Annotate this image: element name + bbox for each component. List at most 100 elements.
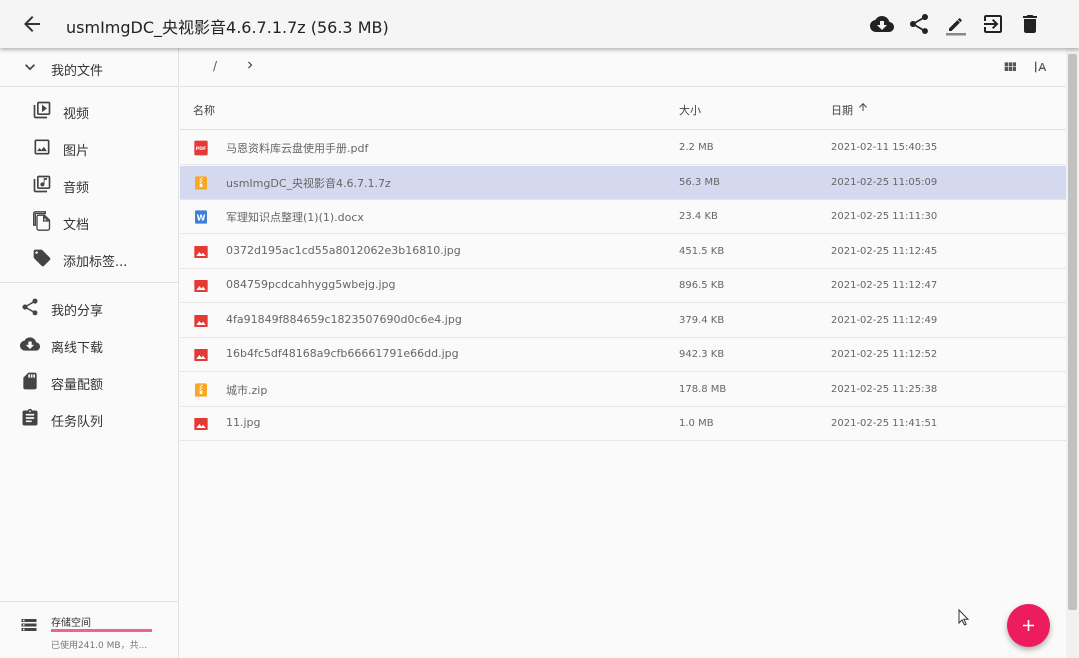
- table-row[interactable]: 16b4fc5df48168a9cfb66661791e66dd.jpg 942.…: [180, 338, 1066, 372]
- file-name: 11.jpg: [226, 416, 261, 429]
- sd-card-icon: [23, 372, 37, 390]
- file-date: 2021-02-25 11:12:47: [831, 280, 938, 291]
- file-name: 城市.zip: [226, 383, 268, 397]
- sidebar-item-add-tag[interactable]: 添加标签...: [0, 240, 179, 276]
- file-date: 2021-02-25 11:12:49: [831, 314, 938, 326]
- table-row[interactable]: usmImgDC_央视影音4.6.7.1.7z 56.3 MB 2021-02-25…: [180, 165, 1066, 200]
- storage-progress-bar: [51, 629, 152, 632]
- table-row[interactable]: W 军理知识点整理(1)(1).docx 23.4 KB 2021-02-25 11:…: [180, 200, 1066, 234]
- image-file-icon: [194, 349, 208, 361]
- delete-icon[interactable]: [1018, 12, 1042, 36]
- sidebar-item-task-queue[interactable]: 任务队列: [0, 400, 179, 436]
- file-name: 084759pcdcahhygg5wbejg.jpg: [226, 278, 396, 291]
- table-row[interactable]: 0372d195ac1cd55a8012062e3b16810.jpg 451.5…: [180, 235, 1066, 269]
- file-name: 马恩资料库云盘使用手册.pdf: [226, 142, 369, 155]
- file-size: 178.8 MB: [679, 383, 727, 395]
- file-size: 896.5 KB: [679, 280, 725, 291]
- task-list-icon: [22, 408, 38, 426]
- column-header-size[interactable]: 大小: [679, 102, 701, 118]
- back-arrow-icon[interactable]: [20, 12, 44, 36]
- document-icon: [33, 211, 51, 231]
- divider: [0, 282, 179, 283]
- move-icon[interactable]: [981, 12, 1005, 36]
- share-icon: [22, 298, 38, 316]
- table-row[interactable]: 4fa91849f884659c1823507690d0c6e4.jpg 379.…: [180, 304, 1066, 338]
- pdf-file-icon: PDF: [194, 140, 208, 156]
- file-size: 942.3 KB: [679, 349, 725, 360]
- sidebar-item-video[interactable]: 视频: [0, 92, 179, 128]
- mouse-cursor-icon: [958, 609, 970, 626]
- file-name: 16b4fc5df48168a9cfb66661791e66dd.jpg: [226, 347, 459, 360]
- column-header-date[interactable]: 日期: [831, 102, 853, 118]
- table-header: 名称 大小 日期: [180, 88, 1066, 130]
- chevron-right-icon[interactable]: [243, 58, 257, 72]
- breadcrumb: /: [180, 48, 1066, 87]
- sidebar-item-quota[interactable]: 容量配额: [0, 363, 179, 399]
- file-name: 军理知识点整理(1)(1).docx: [226, 211, 364, 224]
- svg-text:PDF: PDF: [196, 146, 206, 152]
- plus-icon: [1022, 619, 1035, 632]
- image-file-icon: [194, 245, 208, 258]
- sort-by-name-icon[interactable]: [1033, 59, 1049, 75]
- sidebar-item-label: 文档: [63, 218, 90, 233]
- storage-panel[interactable]: 存储空间 已使用241.0 MB，共...: [0, 601, 179, 658]
- file-size: 2.2 MB: [679, 142, 714, 153]
- add-button[interactable]: [1007, 604, 1050, 647]
- word-file-icon: W: [195, 210, 207, 224]
- sidebar: 我的文件 视频 图片 音频 文档 添加标签... 我的分享 离线下载 容量配额 …: [0, 48, 179, 658]
- table-row[interactable]: 084759pcdcahhygg5wbejg.jpg 896.5 KB 2021-0…: [180, 269, 1066, 303]
- file-date: 2021-02-25 11:12:52: [831, 349, 938, 360]
- svg-text:W: W: [197, 213, 206, 222]
- table-row[interactable]: 城市.zip 178.8 MB 2021-02-25 11:25:38: [180, 373, 1066, 407]
- sidebar-item-images[interactable]: 图片: [0, 129, 179, 165]
- file-size: 56.3 MB: [679, 176, 720, 188]
- sidebar-item-label: 容量配额: [51, 378, 104, 393]
- image-file-icon: [194, 314, 208, 327]
- sidebar-item-label: 离线下载: [51, 341, 104, 356]
- file-date: 2021-02-25 11:41:51: [831, 418, 938, 429]
- audio-icon: [33, 175, 51, 193]
- page-title: usmImgDC_央视影音4.6.7.1.7z (56.3 MB): [66, 18, 389, 37]
- storage-icon: [21, 619, 37, 631]
- file-size: 23.4 KB: [679, 211, 718, 222]
- sidebar-item-audio[interactable]: 音频: [0, 166, 179, 202]
- file-browser: / 名称 大小 日期 PDF 马恩资料库云盘使用手册.pdf 2.2 MB 2021-…: [180, 48, 1066, 658]
- column-header-name[interactable]: 名称: [193, 102, 215, 118]
- file-date: 2021-02-25 11:11:30: [831, 211, 938, 222]
- table-row[interactable]: PDF 马恩资料库云盘使用手册.pdf 2.2 MB 2021-02-11 15:40…: [180, 131, 1066, 165]
- breadcrumb-root[interactable]: /: [213, 59, 217, 73]
- sidebar-item-my-files[interactable]: 我的文件: [0, 49, 179, 85]
- sidebar-item-label: 添加标签...: [63, 255, 128, 270]
- grid-view-icon[interactable]: [1002, 59, 1018, 75]
- sidebar-item-my-shares[interactable]: 我的分享: [0, 289, 179, 325]
- app-bar: usmImgDC_央视影音4.6.7.1.7z (56.3 MB): [0, 0, 1079, 48]
- scrollbar-thumb[interactable]: [1068, 54, 1077, 610]
- image-file-icon: [194, 280, 208, 292]
- rename-icon[interactable]: [944, 12, 968, 36]
- sort-ascending-icon[interactable]: [857, 101, 869, 113]
- divider: [0, 86, 179, 87]
- file-name: 0372d195ac1cd55a8012062e3b16810.jpg: [226, 243, 461, 257]
- sidebar-item-label: 我的文件: [51, 64, 104, 79]
- file-name: usmImgDC_央视影音4.6.7.1.7z: [226, 176, 391, 190]
- sidebar-item-offline-download[interactable]: 离线下载: [0, 326, 179, 362]
- table-row[interactable]: 11.jpg 1.0 MB 2021-02-25 11:41:51: [180, 407, 1066, 441]
- archive-file-icon: [195, 175, 207, 190]
- download-icon[interactable]: [870, 12, 894, 36]
- chevron-down-icon[interactable]: [20, 57, 40, 77]
- share-icon[interactable]: [907, 12, 931, 36]
- video-icon: [33, 101, 51, 119]
- sidebar-item-label: 音频: [63, 181, 90, 196]
- image-file-icon: [194, 418, 208, 430]
- file-size: 379.4 KB: [679, 314, 725, 326]
- storage-detail: 已使用241.0 MB，共...: [51, 641, 148, 651]
- file-date: 2021-02-25 11:12:45: [831, 245, 938, 257]
- sidebar-item-documents[interactable]: 文档: [0, 203, 179, 239]
- file-date: 2021-02-25 11:25:38: [831, 383, 938, 395]
- scrollbar[interactable]: [1066, 48, 1079, 658]
- file-date: 2021-02-25 11:05:09: [831, 176, 938, 188]
- sidebar-item-label: 图片: [63, 144, 90, 159]
- sidebar-item-label: 任务队列: [51, 415, 104, 430]
- archive-file-icon: [195, 382, 207, 397]
- sidebar-item-label: 视频: [63, 107, 90, 122]
